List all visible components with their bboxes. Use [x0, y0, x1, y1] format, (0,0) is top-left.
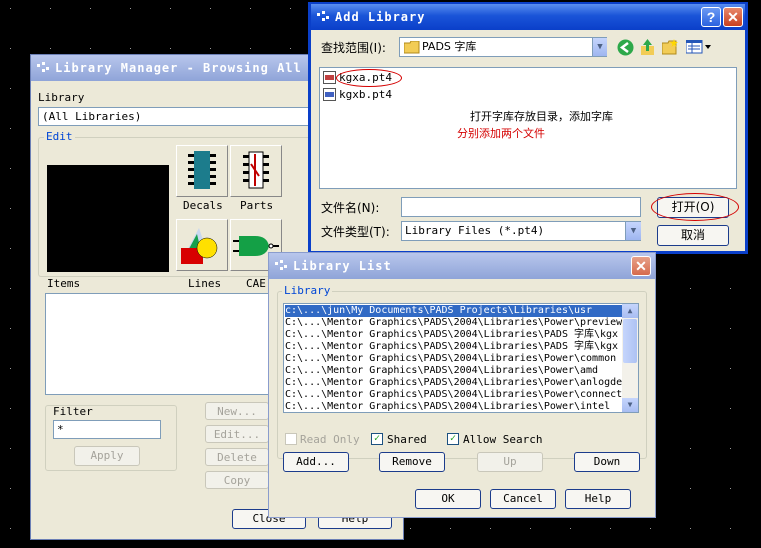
cancel-button[interactable]: Cancel: [490, 489, 556, 509]
library-paths-list[interactable]: c:\...\jun\My Documents\PADS Projects\Li…: [283, 303, 639, 413]
close-title-button[interactable]: ✕: [723, 7, 743, 27]
library-path-row[interactable]: C:\...\Mentor Graphics\PADS\2004\Librari…: [285, 353, 622, 365]
library-paths-rows: c:\...\jun\My Documents\PADS Projects\Li…: [285, 305, 622, 412]
filetype-dropdown-arrow[interactable]: ▼: [625, 222, 641, 240]
lookin-dropdown-arrow[interactable]: ▼: [592, 38, 607, 56]
read-only-label: Read Only: [300, 433, 360, 446]
close-title-button[interactable]: ✕: [631, 256, 651, 276]
items-label: Items: [47, 277, 81, 290]
read-only-checkbox[interactable]: [285, 433, 297, 445]
library-file-icon: [323, 88, 336, 101]
scroll-up-arrow[interactable]: ▲: [622, 304, 638, 318]
library-list-dialog: Library List ✕ Library c:\...\jun\My Doc…: [268, 252, 656, 518]
list-scrollbar[interactable]: ▲ ▼: [622, 304, 638, 412]
lookin-select[interactable]: PADS 字库: [399, 37, 607, 57]
delete-button[interactable]: Delete: [205, 448, 269, 466]
filter-label: Filter: [53, 405, 93, 418]
preview-area: [47, 165, 169, 272]
scroll-thumb[interactable]: [623, 319, 637, 363]
library-path-row[interactable]: C:\...\Mentor Graphics\PADS\2004\Librari…: [285, 401, 622, 412]
library-label: Library: [38, 91, 85, 104]
library-path-row[interactable]: C:\...\Mentor Graphics\PADS\2004\Librari…: [285, 389, 622, 401]
filetype-label: 文件类型(T):: [321, 225, 390, 239]
library-group-label: Library: [282, 284, 333, 297]
new-folder-icon[interactable]: [662, 39, 679, 55]
filetype-select[interactable]: Library Files (*.pt4): [401, 221, 641, 241]
annotation-add-two: 分别添加两个文件: [457, 127, 545, 140]
decals-label: Decals: [183, 199, 223, 212]
lines-icon: [181, 228, 218, 264]
edit-group-label: Edit: [44, 130, 75, 143]
library-path-row[interactable]: C:\...\Mentor Graphics\PADS\2004\Librari…: [285, 329, 622, 341]
library-manager-title: Library Manager - Browsing All ...: [55, 61, 335, 75]
new-button[interactable]: New...: [205, 402, 269, 420]
add-library-dialog: Add Library ? ✕ 查找范围(I): PADS 字库 ▼ kgxa.…: [308, 2, 748, 254]
annotation-open-folder: 打开字库存放目录，添加字库: [470, 110, 613, 123]
library-list-title: Library List: [293, 259, 392, 273]
allow-search-checkbox[interactable]: ✓: [447, 433, 459, 445]
library-path-row[interactable]: C:\...\Mentor Graphics\PADS\2004\Librari…: [285, 317, 622, 329]
shared-checkbox[interactable]: ✓: [371, 433, 383, 445]
library-file-icon: [323, 71, 336, 84]
file-highlight-ellipse: [336, 69, 402, 87]
add-library-titlebar[interactable]: Add Library ? ✕: [311, 4, 745, 30]
cancel-button[interactable]: 取消: [657, 225, 729, 246]
file-list[interactable]: kgxa.pt4 kgxb.pt4 打开字库存放目录，添加字库 分别添加两个文件: [319, 67, 737, 189]
lines-button[interactable]: [176, 219, 228, 271]
scroll-down-arrow[interactable]: ▼: [622, 398, 638, 412]
library-select[interactable]: (All Libraries): [38, 107, 318, 126]
back-icon[interactable]: [617, 39, 634, 56]
add-button[interactable]: Add...: [283, 452, 349, 472]
down-button[interactable]: Down: [574, 452, 640, 472]
library-path-row[interactable]: C:\...\Mentor Graphics\PADS\2004\Librari…: [285, 341, 622, 353]
shared-label: Shared: [387, 433, 427, 446]
pads-app-icon: [275, 260, 287, 270]
library-path-row[interactable]: C:\...\Mentor Graphics\PADS\2004\Librari…: [285, 365, 622, 377]
help-title-button[interactable]: ?: [701, 7, 721, 27]
decals-icon: [188, 151, 216, 189]
view-menu-icon[interactable]: [686, 40, 712, 54]
cae-label: CAE: [246, 277, 266, 290]
filename-input[interactable]: [401, 197, 641, 217]
decals-button[interactable]: [176, 145, 228, 197]
up-folder-icon[interactable]: [639, 38, 656, 56]
lines-label: Lines: [188, 277, 222, 290]
allow-search-label: Allow Search: [463, 433, 543, 446]
library-path-row[interactable]: c:\...\jun\My Documents\PADS Projects\Li…: [285, 305, 622, 317]
filter-input[interactable]: *: [53, 420, 161, 439]
lookin-value: PADS 字库: [422, 40, 477, 53]
copy-button[interactable]: Copy: [205, 471, 269, 489]
parts-label: Parts: [240, 199, 274, 212]
edit-button[interactable]: Edit...: [205, 425, 269, 443]
apply-button[interactable]: Apply: [74, 446, 140, 466]
ok-button[interactable]: OK: [415, 489, 481, 509]
file-name: kgxb.pt4: [339, 88, 392, 101]
up-button[interactable]: Up: [477, 452, 543, 472]
lookin-label: 查找范围(I):: [321, 41, 386, 55]
filename-label: 文件名(N):: [321, 201, 380, 215]
remove-button[interactable]: Remove: [379, 452, 445, 472]
library-list-titlebar[interactable]: Library List ✕: [269, 253, 655, 279]
folder-icon: [404, 41, 420, 54]
parts-icon: [243, 151, 269, 189]
add-library-title: Add Library: [335, 10, 426, 24]
help-button[interactable]: Help: [565, 489, 631, 509]
open-highlight-ellipse: [651, 193, 739, 221]
library-path-row[interactable]: C:\...\Mentor Graphics\PADS\2004\Librari…: [285, 377, 622, 389]
pads-app-icon: [317, 11, 329, 21]
filetype-value: Library Files (*.pt4): [405, 224, 545, 237]
pads-app-icon: [37, 62, 49, 72]
parts-button[interactable]: [230, 145, 282, 197]
